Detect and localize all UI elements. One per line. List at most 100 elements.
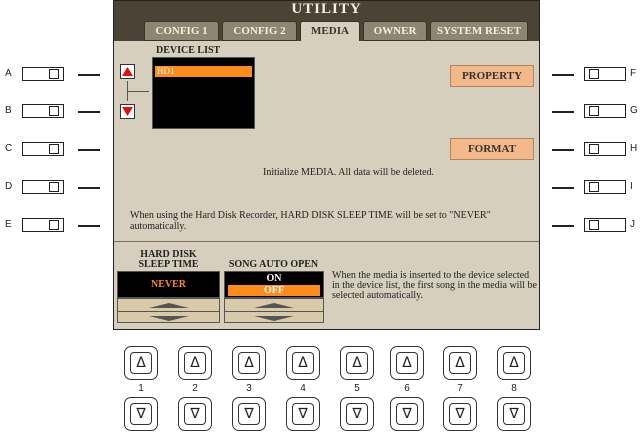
side-button-j[interactable] — [584, 218, 626, 232]
side-line — [552, 187, 574, 189]
hdd-sleep-up[interactable] — [118, 299, 219, 311]
up-button-3[interactable]: Δ — [232, 346, 266, 380]
up-arrow-icon: Δ — [346, 352, 368, 374]
hard-disk-note: When using the Hard Disk Recorder, HARD … — [130, 210, 491, 232]
down-arrow-icon: ∇ — [184, 403, 206, 425]
side-button-d[interactable] — [22, 180, 64, 194]
side-button-e[interactable] — [22, 218, 64, 232]
button-number-5: 5 — [354, 383, 360, 394]
up-button-5[interactable]: Δ — [340, 346, 374, 380]
button-knob — [49, 144, 59, 154]
side-line — [552, 74, 574, 76]
hdd-sleep-down[interactable] — [118, 310, 219, 323]
down-arrow-icon — [122, 107, 133, 116]
down-button-3[interactable]: ∇ — [232, 397, 266, 431]
down-button-4[interactable]: ∇ — [286, 397, 320, 431]
side-label-i: I — [630, 181, 633, 192]
down-triangle-icon — [148, 315, 189, 321]
up-button-8[interactable]: Δ — [497, 346, 531, 380]
side-button-h[interactable] — [584, 142, 626, 156]
hdd-sleep-stepper[interactable] — [117, 298, 220, 323]
up-arrow-icon: Δ — [449, 352, 471, 374]
button-knob — [589, 144, 599, 154]
property-button[interactable]: PROPERTY — [450, 65, 534, 87]
down-button-6[interactable]: ∇ — [390, 397, 424, 431]
side-line — [552, 111, 574, 113]
side-line — [78, 187, 100, 189]
button-number-6: 6 — [404, 383, 410, 394]
up-button-2[interactable]: Δ — [178, 346, 212, 380]
side-button-g[interactable] — [584, 104, 626, 118]
side-line — [78, 111, 100, 113]
song-auto-open-up[interactable] — [225, 299, 323, 311]
song-auto-open-note: When the media is inserted to the device… — [332, 270, 537, 301]
side-line — [78, 149, 100, 151]
button-knob — [49, 69, 59, 79]
initialize-text: Initialize MEDIA. All data will be delet… — [263, 167, 435, 178]
format-button[interactable]: FORMAT — [450, 138, 534, 160]
side-label-d: D — [5, 181, 13, 192]
button-number-4: 4 — [300, 383, 306, 394]
down-button-5[interactable]: ∇ — [340, 397, 374, 431]
down-arrow-icon: ∇ — [238, 403, 260, 425]
tab-media[interactable]: MEDIA — [300, 21, 360, 41]
side-line — [78, 225, 100, 227]
up-button-7[interactable]: Δ — [443, 346, 477, 380]
side-label-c: C — [5, 143, 13, 154]
down-button-8[interactable]: ∇ — [497, 397, 531, 431]
song-auto-open-box[interactable]: ON OFF — [224, 271, 324, 298]
up-button-1[interactable]: Δ — [124, 346, 158, 380]
tab-config-1[interactable]: CONFIG 1 — [144, 21, 219, 41]
side-button-a[interactable] — [22, 67, 64, 81]
up-button-4[interactable]: Δ — [286, 346, 320, 380]
up-arrow-icon: Δ — [292, 352, 314, 374]
down-arrow-icon: ∇ — [292, 403, 314, 425]
up-arrow-icon: Δ — [396, 352, 418, 374]
side-button-c[interactable] — [22, 142, 64, 156]
up-arrow-icon — [122, 67, 133, 76]
button-knob — [589, 220, 599, 230]
side-label-e: E — [5, 219, 12, 230]
song-auto-open-stepper[interactable] — [224, 298, 324, 323]
option-off-selected[interactable]: OFF — [228, 285, 320, 296]
side-label-g: G — [630, 105, 638, 116]
side-line — [78, 74, 100, 76]
up-arrow-icon: Δ — [130, 352, 152, 374]
up-button-6[interactable]: Δ — [390, 346, 424, 380]
side-button-b[interactable] — [22, 104, 64, 118]
hdd-sleep-value-box[interactable]: NEVER — [117, 271, 220, 298]
up-triangle-icon — [148, 303, 189, 308]
side-label-j: J — [630, 219, 635, 230]
device-list-heading: DEVICE LIST — [156, 45, 221, 56]
down-button-7[interactable]: ∇ — [443, 397, 477, 431]
scroll-up-button[interactable] — [120, 64, 135, 79]
song-auto-open-label: SONG AUTO OPEN — [228, 259, 319, 270]
side-button-i[interactable] — [584, 180, 626, 194]
option-on[interactable]: ON — [225, 273, 323, 285]
tab-config-2[interactable]: CONFIG 2 — [222, 21, 297, 41]
button-number-3: 3 — [246, 383, 252, 394]
tab-bar: CONFIG 1 CONFIG 2 MEDIA OWNER SYSTEM RES… — [114, 17, 539, 41]
side-line — [552, 225, 574, 227]
button-knob — [49, 220, 59, 230]
side-button-f[interactable] — [584, 67, 626, 81]
up-arrow-icon: Δ — [238, 352, 260, 374]
song-auto-open-down[interactable] — [225, 310, 323, 323]
tab-system-reset[interactable]: SYSTEM RESET — [430, 21, 528, 41]
side-label-a: A — [5, 68, 12, 79]
side-label-f: F — [630, 68, 637, 79]
down-arrow-icon: ∇ — [130, 403, 152, 425]
down-button-1[interactable]: ∇ — [124, 397, 158, 431]
device-list[interactable]: HD1 — [152, 57, 255, 129]
down-arrow-icon: ∇ — [503, 403, 525, 425]
button-knob — [589, 106, 599, 116]
tab-owner[interactable]: OWNER — [363, 21, 427, 41]
down-triangle-icon — [254, 315, 294, 321]
hdd-sleep-label-line2: SLEEP TIME — [138, 259, 199, 270]
down-button-2[interactable]: ∇ — [178, 397, 212, 431]
device-list-item[interactable]: HD1 — [155, 66, 252, 77]
scroll-down-button[interactable] — [120, 104, 135, 119]
up-arrow-icon: Δ — [503, 352, 525, 374]
lcd-screen: UTILITY CONFIG 1 CONFIG 2 MEDIA OWNER SY… — [113, 0, 540, 330]
page-title: UTILITY — [114, 1, 539, 17]
